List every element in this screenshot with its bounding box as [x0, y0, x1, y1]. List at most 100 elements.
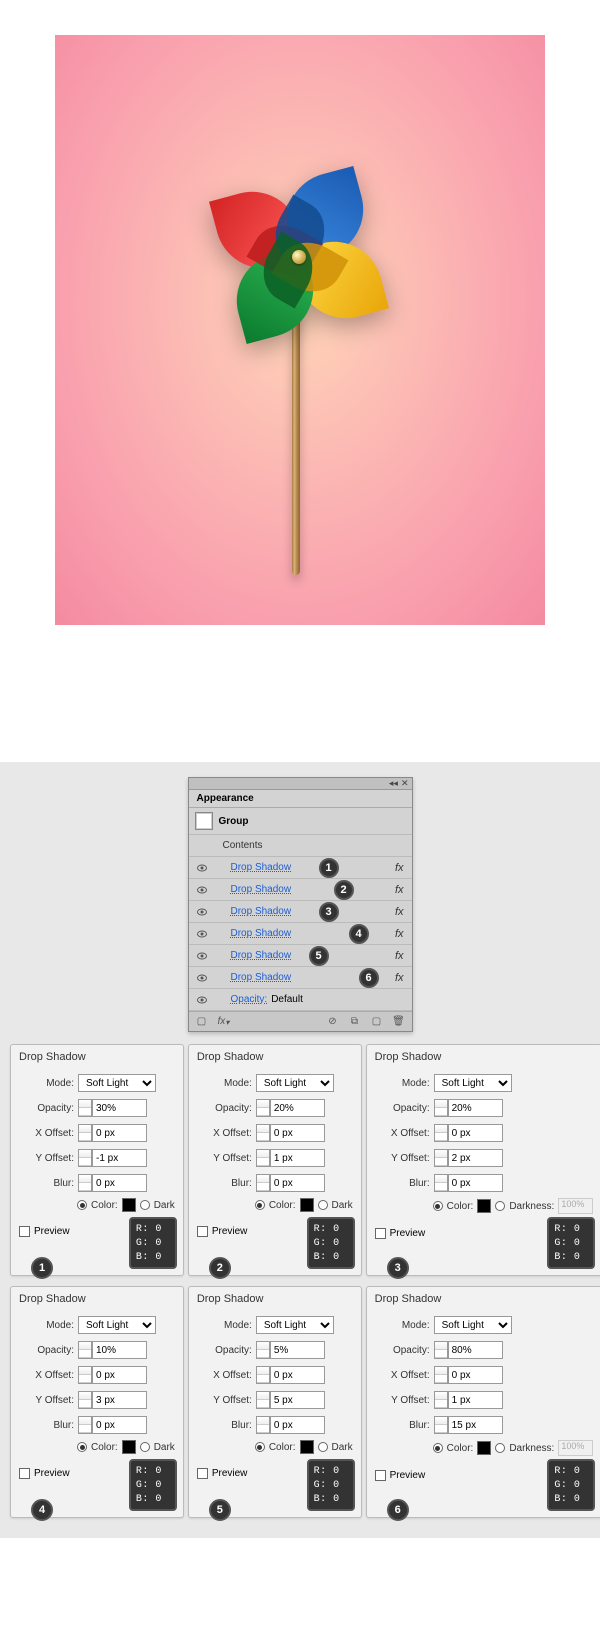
blur-input[interactable] — [270, 1416, 325, 1434]
xoffset-input[interactable] — [448, 1124, 503, 1142]
blur-spinner[interactable] — [256, 1416, 270, 1434]
yoffset-input[interactable] — [92, 1391, 147, 1409]
darkness-radio[interactable] — [140, 1200, 150, 1210]
xoffset-spinner[interactable] — [434, 1124, 448, 1142]
blur-input[interactable] — [92, 1174, 147, 1192]
fx-indicator[interactable]: fx — [395, 928, 404, 940]
color-swatch[interactable] — [300, 1440, 314, 1454]
color-radio[interactable] — [255, 1442, 265, 1452]
yoffset-spinner[interactable] — [434, 1391, 448, 1409]
color-radio[interactable] — [433, 1443, 443, 1453]
xoffset-input[interactable] — [270, 1124, 325, 1142]
fx-indicator[interactable]: fx — [395, 906, 404, 918]
xoffset-input[interactable] — [92, 1124, 147, 1142]
mode-select[interactable]: Soft Light — [78, 1316, 156, 1334]
visibility-toggle-icon[interactable] — [195, 883, 209, 897]
darkness-radio[interactable] — [318, 1442, 328, 1452]
blur-spinner[interactable] — [78, 1416, 92, 1434]
blur-spinner[interactable] — [434, 1416, 448, 1434]
visibility-toggle-icon[interactable] — [195, 949, 209, 963]
effect-link[interactable]: Drop Shadow — [231, 884, 292, 895]
clear-icon[interactable]: ⊘ — [326, 1015, 340, 1029]
blur-input[interactable] — [448, 1416, 503, 1434]
darkness-radio[interactable] — [495, 1443, 505, 1453]
color-swatch[interactable] — [122, 1198, 136, 1212]
effect-row[interactable]: Drop Shadow 6 fx — [189, 967, 412, 989]
color-radio[interactable] — [77, 1200, 87, 1210]
yoffset-spinner[interactable] — [256, 1149, 270, 1167]
fx-indicator[interactable]: fx — [395, 862, 404, 874]
color-swatch[interactable] — [122, 1440, 136, 1454]
trash-icon[interactable]: 🗑 — [392, 1015, 406, 1029]
yoffset-input[interactable] — [448, 1391, 503, 1409]
blur-input[interactable] — [92, 1416, 147, 1434]
color-radio[interactable] — [77, 1442, 87, 1452]
opacity-spinner[interactable] — [78, 1341, 92, 1359]
preview-checkbox[interactable] — [19, 1468, 30, 1479]
color-radio[interactable] — [433, 1201, 443, 1211]
xoffset-spinner[interactable] — [434, 1366, 448, 1384]
blur-spinner[interactable] — [256, 1174, 270, 1192]
close-icon[interactable]: ✕ — [401, 778, 409, 789]
visibility-toggle-icon[interactable] — [195, 993, 209, 1007]
xoffset-input[interactable] — [92, 1366, 147, 1384]
opacity-spinner[interactable] — [256, 1099, 270, 1117]
opacity-input[interactable] — [92, 1341, 147, 1359]
yoffset-spinner[interactable] — [434, 1149, 448, 1167]
mode-select[interactable]: Soft Light — [256, 1074, 334, 1092]
opacity-input[interactable] — [92, 1099, 147, 1117]
opacity-link[interactable]: Opacity: — [231, 994, 268, 1005]
effect-link[interactable]: Drop Shadow — [231, 906, 292, 917]
effect-row[interactable]: Drop Shadow 1 fx — [189, 857, 412, 879]
effect-link[interactable]: Drop Shadow — [231, 950, 292, 961]
new-fill-icon[interactable]: ▢ — [195, 1015, 209, 1029]
yoffset-input[interactable] — [448, 1149, 503, 1167]
yoffset-spinner[interactable] — [78, 1391, 92, 1409]
panel-title-bar[interactable]: ◂◂ ✕ — [189, 778, 412, 790]
preview-checkbox[interactable] — [19, 1226, 30, 1237]
yoffset-spinner[interactable] — [78, 1149, 92, 1167]
fx-menu-icon[interactable]: fx▾ — [217, 1015, 231, 1029]
preview-checkbox[interactable] — [375, 1228, 386, 1239]
contents-row[interactable]: Contents — [189, 835, 412, 857]
visibility-toggle-icon[interactable] — [195, 927, 209, 941]
opacity-spinner[interactable] — [256, 1341, 270, 1359]
yoffset-spinner[interactable] — [256, 1391, 270, 1409]
color-radio[interactable] — [255, 1200, 265, 1210]
effect-link[interactable]: Drop Shadow — [231, 862, 292, 873]
visibility-toggle-icon[interactable] — [195, 905, 209, 919]
darkness-radio[interactable] — [140, 1442, 150, 1452]
xoffset-spinner[interactable] — [256, 1366, 270, 1384]
xoffset-spinner[interactable] — [256, 1124, 270, 1142]
darkness-radio[interactable] — [495, 1201, 505, 1211]
new-item-icon[interactable]: ▢ — [370, 1015, 384, 1029]
xoffset-spinner[interactable] — [78, 1124, 92, 1142]
color-swatch[interactable] — [300, 1198, 314, 1212]
duplicate-icon[interactable]: ⧉ — [348, 1015, 362, 1029]
mode-select[interactable]: Soft Light — [434, 1316, 512, 1334]
effect-link[interactable]: Drop Shadow — [231, 928, 292, 939]
fx-indicator[interactable]: fx — [395, 972, 404, 984]
opacity-row[interactable]: Opacity: Default — [189, 989, 412, 1011]
opacity-input[interactable] — [270, 1341, 325, 1359]
yoffset-input[interactable] — [270, 1391, 325, 1409]
effect-row[interactable]: Drop Shadow 3 fx — [189, 901, 412, 923]
effect-link[interactable]: Drop Shadow — [231, 972, 292, 983]
fx-indicator[interactable]: fx — [395, 884, 404, 896]
color-swatch[interactable] — [477, 1199, 491, 1213]
xoffset-spinner[interactable] — [78, 1366, 92, 1384]
effect-row[interactable]: Drop Shadow 4 fx — [189, 923, 412, 945]
blur-spinner[interactable] — [78, 1174, 92, 1192]
opacity-input[interactable] — [448, 1341, 503, 1359]
opacity-input[interactable] — [270, 1099, 325, 1117]
color-swatch[interactable] — [477, 1441, 491, 1455]
preview-checkbox[interactable] — [197, 1468, 208, 1479]
yoffset-input[interactable] — [92, 1149, 147, 1167]
mode-select[interactable]: Soft Light — [78, 1074, 156, 1092]
xoffset-input[interactable] — [448, 1366, 503, 1384]
visibility-toggle-icon[interactable] — [195, 971, 209, 985]
visibility-toggle-icon[interactable] — [195, 861, 209, 875]
fx-indicator[interactable]: fx — [395, 950, 404, 962]
collapse-icon[interactable]: ◂◂ — [389, 778, 398, 789]
preview-checkbox[interactable] — [197, 1226, 208, 1237]
